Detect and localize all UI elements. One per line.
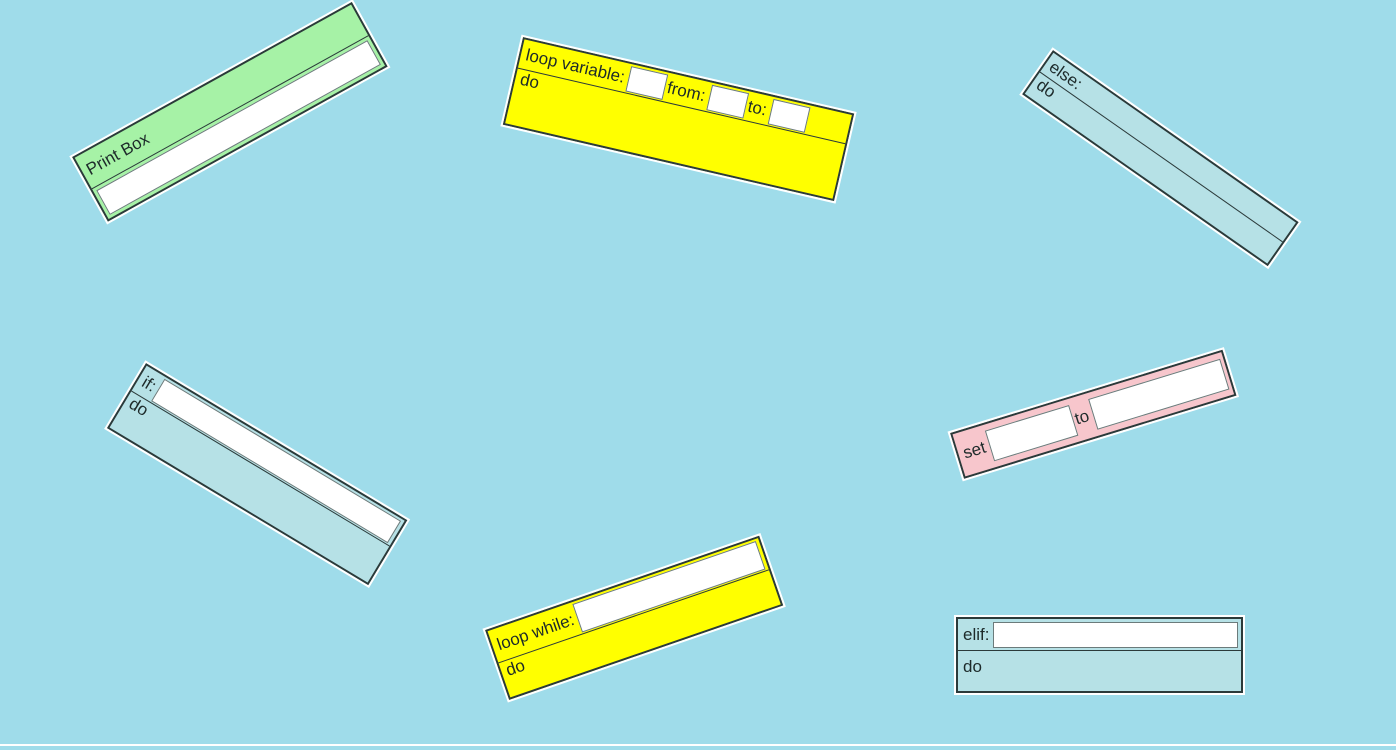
set-value-input[interactable] [1088,358,1230,430]
else-do-row: do [1025,72,1282,263]
elif-do-label: do [963,657,982,676]
if-block[interactable]: if: do [104,357,410,592]
elif-do-row: do [958,651,1241,691]
else-block[interactable]: else: do [1020,41,1301,275]
loop-while-block[interactable]: loop while: do [482,531,786,705]
loop-variable-do-label: do [518,69,542,93]
else-header: else: [1039,52,1296,243]
elif-label: elif: [963,624,990,644]
canvas-bottom-border [0,744,1396,746]
elif-header: elif: [958,619,1241,651]
loop-from-label: from: [665,77,708,105]
set-row: set to [952,352,1234,476]
set-block[interactable]: set to [947,344,1239,485]
print-box-block[interactable]: Print Box [70,0,390,228]
elif-block[interactable]: elif: do [954,615,1245,695]
elif-condition-input[interactable] [993,621,1238,648]
set-variable-input[interactable] [984,405,1079,462]
loop-variable-block[interactable]: loop variable: from: to: do [500,33,857,205]
